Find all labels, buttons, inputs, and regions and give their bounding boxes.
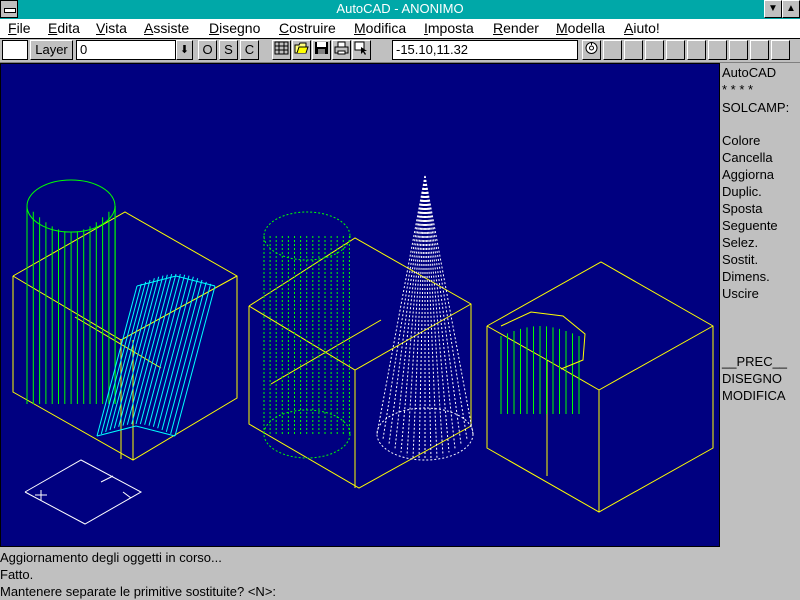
block3-edge bbox=[598, 325, 714, 391]
arch-mesh-line bbox=[122, 275, 164, 426]
drawing-scene bbox=[12, 175, 714, 525]
screen-menu-item[interactable]: Uscire bbox=[722, 285, 759, 302]
save-icon[interactable] bbox=[312, 40, 331, 60]
grid-icon[interactable] bbox=[272, 40, 291, 60]
command-line-2: Fatto. bbox=[0, 567, 34, 582]
layer-dropdown-arrow[interactable]: ⬇ bbox=[176, 40, 193, 60]
screen-menu-nav[interactable]: __PREC__ bbox=[722, 353, 787, 370]
toolbar-empty-button[interactable] bbox=[687, 40, 706, 60]
menu-imposta[interactable]: Imposta bbox=[424, 20, 474, 36]
cone-mesh-line bbox=[388, 175, 426, 445]
arch-mesh-line bbox=[174, 285, 216, 437]
toolbar-empty-button[interactable] bbox=[624, 40, 643, 60]
toolbar-empty-button[interactable] bbox=[771, 40, 790, 60]
open-file-icon[interactable] bbox=[292, 40, 311, 60]
ortho-button[interactable]: O bbox=[198, 40, 217, 60]
maximize-button[interactable]: ▲ bbox=[782, 0, 800, 18]
menu-costruire[interactable]: Costruire bbox=[279, 20, 336, 36]
screen-menu: AutoCAD * * * * SOLCAMP: Colore Cancella Aggi… bbox=[721, 63, 800, 547]
cone-mesh-line bbox=[424, 175, 462, 445]
menu-assiste[interactable]: Assiste bbox=[144, 20, 189, 36]
title-bar: AutoCAD - ANONIMO ▼ ▲ bbox=[0, 0, 800, 19]
aerial-view-icon[interactable] bbox=[582, 40, 601, 60]
coordinates-display: -15.10,11.32 bbox=[392, 40, 578, 60]
cone-mesh-line bbox=[412, 175, 426, 459]
menu-file[interactable]: File bbox=[8, 20, 31, 36]
toolbar: Layer 0 ⬇ O S C -15.10,11.32 bbox=[0, 39, 800, 63]
arch-mesh-line bbox=[118, 276, 160, 427]
drawing-canvas[interactable] bbox=[0, 63, 720, 547]
screen-menu-item[interactable]: Cancella bbox=[722, 149, 773, 166]
menu-aiuto[interactable]: Aiuto! bbox=[624, 20, 660, 36]
toolbar-empty-button[interactable] bbox=[603, 40, 622, 60]
menu-bar: File Edita Vista Assiste Disegno Costruire Mod… bbox=[0, 19, 800, 39]
screen-menu-command: SOLCAMP: bbox=[722, 100, 790, 115]
screen-menu-item[interactable]: Seguente bbox=[722, 217, 778, 234]
screen-menu-item[interactable]: Aggiorna bbox=[722, 166, 774, 183]
snap-button[interactable]: S bbox=[219, 40, 238, 60]
current-color-swatch[interactable] bbox=[2, 40, 28, 60]
screen-menu-item[interactable]: Sostit. bbox=[722, 251, 758, 268]
screen-menu-nav[interactable]: MODIFICA bbox=[722, 387, 786, 404]
toolbar-empty-button[interactable] bbox=[645, 40, 664, 60]
minimize-button[interactable]: ▼ bbox=[764, 0, 782, 18]
command-line-1: Aggiornamento degli oggetti in corso... bbox=[0, 550, 222, 565]
ucs-icon-axis bbox=[122, 491, 132, 499]
cone-mesh-line bbox=[424, 175, 468, 440]
screen-menu-item[interactable]: Duplic. bbox=[722, 183, 762, 200]
cone-mesh-line bbox=[424, 175, 432, 460]
arch-bottom bbox=[96, 425, 176, 437]
screen-menu-item[interactable]: Colore bbox=[722, 132, 760, 149]
toolbar-empty-button[interactable] bbox=[708, 40, 727, 60]
window-title: AutoCAD - ANONIMO bbox=[336, 1, 464, 16]
screen-menu-asterisks[interactable]: * * * * bbox=[722, 81, 753, 98]
cone-mesh-line bbox=[424, 175, 438, 459]
screen-menu-item[interactable]: Selez. bbox=[722, 234, 758, 251]
command-prompt[interactable]: Mantenere separate le primitive sostitui… bbox=[0, 584, 276, 599]
layer-field[interactable]: 0 bbox=[76, 40, 176, 60]
select-icon[interactable] bbox=[352, 40, 371, 60]
cylinder1-top bbox=[26, 179, 116, 233]
menu-modella[interactable]: Modella bbox=[556, 20, 605, 36]
screen-menu-item[interactable]: Dimens. bbox=[722, 268, 770, 285]
print-icon[interactable] bbox=[332, 40, 351, 60]
screen-menu-title[interactable]: AutoCAD bbox=[722, 64, 776, 81]
cone-mesh-line bbox=[418, 175, 426, 460]
cone-mesh-line bbox=[424, 175, 450, 453]
arch-mesh-line bbox=[109, 279, 151, 431]
block1-outline bbox=[12, 211, 238, 461]
command-area[interactable]: Aggiornamento degli oggetti in corso... … bbox=[0, 548, 800, 600]
menu-vista[interactable]: Vista bbox=[96, 20, 127, 36]
screen-menu-item[interactable]: Sposta bbox=[722, 200, 762, 217]
block2-outline bbox=[248, 237, 472, 489]
menu-disegno[interactable]: Disegno bbox=[209, 20, 260, 36]
ucs-icon-axis bbox=[100, 475, 114, 483]
toolbar-empty-button[interactable] bbox=[666, 40, 685, 60]
menu-render[interactable]: Render bbox=[493, 20, 539, 36]
arch-mesh-line bbox=[113, 278, 155, 429]
screen-menu-nav[interactable]: DISEGNO bbox=[722, 370, 782, 387]
toolbar-empty-button[interactable] bbox=[750, 40, 769, 60]
toolbar-empty-button[interactable] bbox=[729, 40, 748, 60]
menu-edita[interactable]: Edita bbox=[48, 20, 80, 36]
menu-modifica[interactable]: Modifica bbox=[354, 20, 406, 36]
layer-button[interactable]: Layer bbox=[30, 40, 73, 60]
cone-mesh-line bbox=[382, 175, 426, 440]
coords-button[interactable]: C bbox=[240, 40, 259, 60]
